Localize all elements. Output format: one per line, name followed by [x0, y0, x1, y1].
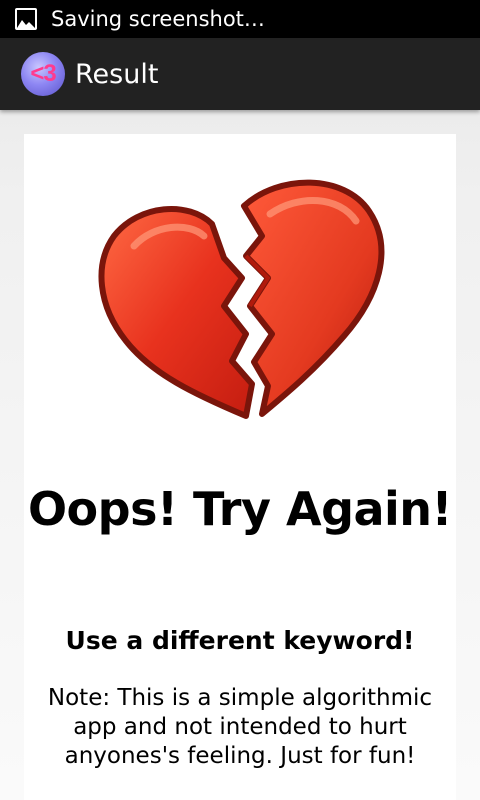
app-icon-label: <3 [30, 60, 56, 87]
result-card: Oops! Try Again! Use a different keyword… [24, 134, 456, 800]
action-bar: <3 Result [0, 38, 480, 110]
status-bar: Saving screenshot… [0, 0, 480, 38]
result-title: Oops! Try Again! [27, 482, 453, 536]
note-text: Note: This is a simple algorithmic app a… [47, 685, 433, 769]
status-text: Saving screenshot… [51, 7, 265, 31]
image-icon [15, 8, 37, 30]
app-icon[interactable]: <3 [21, 52, 65, 96]
page-title: Result [75, 58, 159, 90]
broken-heart-icon [94, 166, 394, 426]
hint-text: Use a different keyword! [65, 626, 415, 655]
